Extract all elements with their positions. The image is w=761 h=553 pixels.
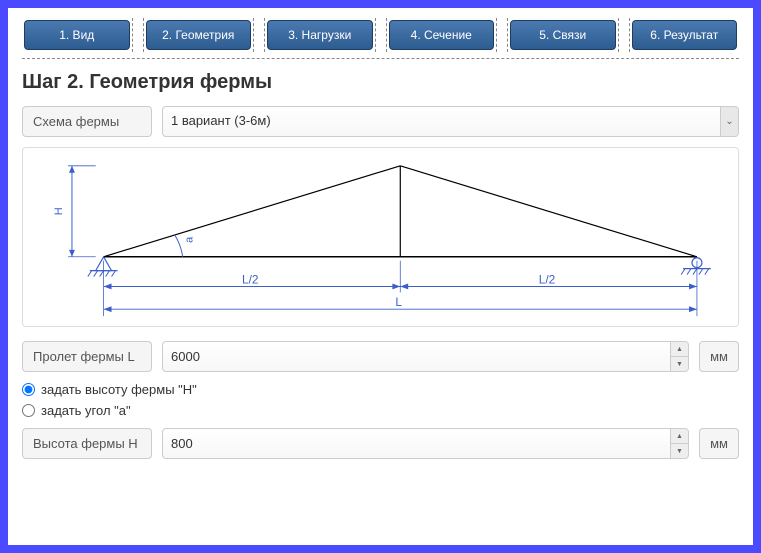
span-label: Пролет фермы L	[22, 341, 152, 372]
span-spinner[interactable]: ▲▼	[670, 342, 688, 371]
height-spinner[interactable]: ▲▼	[670, 429, 688, 458]
tab-result[interactable]: 6. Результат	[632, 20, 738, 50]
truss-diagram: H a L/2 L/2 L	[22, 147, 739, 327]
step-tabs: 1. Вид 2. Геометрия 3. Нагрузки 4. Сечен…	[22, 18, 739, 59]
scheme-select[interactable]: 1 вариант (3-6м)	[162, 106, 739, 137]
tab-geometry[interactable]: 2. Геометрия	[146, 20, 252, 50]
tab-bracing[interactable]: 5. Связи	[510, 20, 616, 50]
page-title: Шаг 2. Геометрия фермы	[22, 71, 739, 94]
svg-text:H: H	[53, 207, 65, 215]
height-unit: мм	[699, 428, 739, 459]
scheme-label: Схема фермы	[22, 106, 152, 137]
height-label: Высота фермы H	[22, 428, 152, 459]
radio-by-angle-input[interactable]	[22, 404, 35, 417]
tab-view[interactable]: 1. Вид	[24, 20, 130, 50]
svg-text:a: a	[184, 236, 196, 243]
radio-by-height-label: задать высоту фермы "H"	[41, 382, 197, 397]
radio-by-height[interactable]: задать высоту фермы "H"	[22, 382, 739, 397]
svg-text:L/2: L/2	[242, 272, 259, 286]
radio-by-angle-label: задать угол "a"	[41, 403, 131, 418]
tab-section[interactable]: 4. Сечение	[389, 20, 495, 50]
radio-by-angle[interactable]: задать угол "a"	[22, 403, 739, 418]
span-unit: мм	[699, 341, 739, 372]
height-input[interactable]	[162, 428, 689, 459]
tab-loads[interactable]: 3. Нагрузки	[267, 20, 373, 50]
svg-text:L/2: L/2	[539, 272, 556, 286]
svg-text:L: L	[395, 295, 402, 309]
radio-by-height-input[interactable]	[22, 383, 35, 396]
span-input[interactable]	[162, 341, 689, 372]
